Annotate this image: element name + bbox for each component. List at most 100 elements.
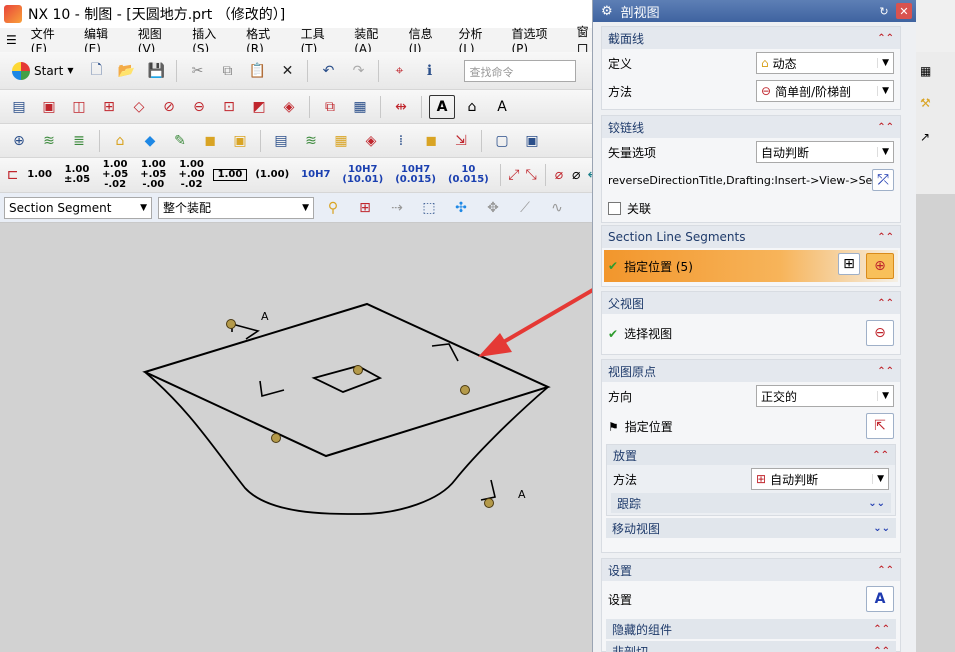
drawing-canvas[interactable]: A A <box>0 223 600 652</box>
reset-icon[interactable]: ↻ <box>876 3 892 19</box>
collapse-icon[interactable]: ⌃⌃ <box>873 624 890 635</box>
associate-label: 关联 <box>627 201 652 216</box>
placement-subsection: 放置 ⌃⌃ 方法 ⊞ 自动判断 ▼ 跟踪 ⌄⌄ <box>606 444 896 516</box>
annotation-arrow-line <box>493 283 600 349</box>
handle-point <box>226 319 236 329</box>
square-hole <box>311 365 383 393</box>
collapse-icon[interactable]: ⌃⌃ <box>872 450 889 461</box>
section-header[interactable]: 铰链线 ⌃⌃ <box>602 116 900 138</box>
chevron-down-icon: ▼ <box>877 58 889 68</box>
handle-point <box>353 365 363 375</box>
section-view-dialog: ⚙ 剖视图 ↻ ✕ 截面线 ⌃⌃ 定义 ⌂ 动态 ▼ 方法 ⊖ 简单剖/阶梯剖 … <box>592 0 916 652</box>
collapse-icon[interactable]: ⌃⌃ <box>873 646 890 652</box>
text-style-icon: A <box>874 591 886 607</box>
collapse-icon[interactable]: ⌃⌃ <box>877 33 894 44</box>
flag-icon: ⚑ <box>608 419 619 434</box>
hidden-components-label: 隐藏的组件 <box>612 622 673 637</box>
collapse-icon[interactable]: ⌃⌃ <box>877 298 894 309</box>
graph-icon[interactable]: ▦ <box>920 64 931 78</box>
section-marker-mid <box>259 380 285 398</box>
define-select[interactable]: ⌂ 动态 ▼ <box>756 52 894 74</box>
dynamic-icon: ⌂ <box>761 56 769 70</box>
handle-point <box>271 433 281 443</box>
section-marker-right <box>480 479 496 501</box>
specify-origin-label: 指定位置 <box>624 419 673 434</box>
top-plate-outline <box>142 302 551 458</box>
vector-option-value: 自动判断 <box>761 145 810 160</box>
select-view-label: 选择视图 <box>624 326 673 341</box>
view-origin-section: 视图原点 ⌃⌃ 方向 正交的 ▼ ⚑ 指定位置 ⇱ 放置 ⌃⌃ 方法 ⊞ 自动判… <box>601 359 901 553</box>
section-marker-left <box>231 322 260 340</box>
add-segment-button[interactable]: ⊞ <box>838 253 860 275</box>
add-segment-icon: ⊞ <box>843 256 855 272</box>
hinge-line-section: 铰链线 ⌃⌃ 矢量选项 自动判断 ▼ reverseDirectionTitle… <box>601 115 901 223</box>
section-header[interactable]: 视图原点 ⌃⌃ <box>602 360 900 382</box>
direction-label: 方向 <box>608 389 633 404</box>
collapse-icon[interactable]: ⌃⌃ <box>877 565 894 576</box>
hidden-components-header[interactable]: 隐藏的组件 ⌃⌃ <box>606 619 896 639</box>
crosshair-icon: ⊕ <box>874 258 886 274</box>
reverse-direction-button[interactable]: ⤱ <box>872 169 894 191</box>
expand-icon[interactable]: ⌄⌄ <box>873 523 890 534</box>
direction-select[interactable]: 正交的 ▼ <box>756 385 894 407</box>
checkmark-icon: ✔ <box>608 326 619 341</box>
section-title: 铰链线 <box>608 120 645 135</box>
placement-method-select[interactable]: ⊞ 自动判断 ▼ <box>751 468 889 490</box>
chevron-down-icon: ▼ <box>877 86 889 96</box>
placement-header[interactable]: 放置 ⌃⌃ <box>607 445 895 465</box>
section-label-a-bottom: A <box>518 488 526 501</box>
section-header[interactable]: 父视图 ⌃⌃ <box>602 292 900 314</box>
settings-button[interactable]: A <box>866 586 894 612</box>
settings-section: 设置 ⌃⌃ 设置 A 隐藏的组件 ⌃⌃ 非剖切 ⌃⌃ <box>601 558 901 652</box>
section-title: 父视图 <box>608 296 645 311</box>
simple-section-icon: ⊖ <box>761 84 772 98</box>
define-value: 动态 <box>772 56 797 71</box>
method-value: 简单剖/阶梯剖 <box>775 84 852 99</box>
section-title: 截面线 <box>608 31 645 46</box>
chevron-down-icon: ▼ <box>872 474 884 484</box>
specify-location-label: 指定位置 (5) <box>624 259 693 274</box>
associate-checkbox[interactable] <box>608 201 621 215</box>
specify-location-row[interactable]: ✔ 指定位置 (5) ⊞ ⊕ <box>604 250 898 282</box>
section-header[interactable]: Section Line Segments ⌃⌃ <box>602 226 900 248</box>
non-section-label: 非剖切 <box>612 644 649 652</box>
method-select[interactable]: ⊖ 简单剖/阶梯剖 ▼ <box>756 80 894 102</box>
section-line-segments-section: Section Line Segments ⌃⌃ ✔ 指定位置 (5) ⊞ ⊕ <box>601 225 901 287</box>
handle-point <box>460 385 470 395</box>
annotation-arrow-head <box>478 333 512 357</box>
vector-icon[interactable]: ↗ <box>920 130 930 144</box>
select-view-button[interactable]: ⊖ <box>866 320 894 346</box>
vector-option-select[interactable]: 自动判断 ▼ <box>756 141 894 163</box>
move-view-label: 移动视图 <box>612 521 661 536</box>
section-title: 设置 <box>608 563 633 578</box>
method-label: 方法 <box>608 84 633 99</box>
collapse-icon[interactable]: ⌃⌃ <box>877 366 894 377</box>
body-curve <box>144 371 549 515</box>
move-view-header[interactable]: 移动视图 ⌄⌄ <box>606 518 896 538</box>
section-marker-top <box>431 343 459 362</box>
collapse-icon[interactable]: ⌃⌃ <box>877 232 894 243</box>
vector-option-label: 矢量选项 <box>608 145 657 160</box>
tool-icon[interactable]: ⚒ <box>920 96 931 110</box>
reverse-direction-icon: ⤱ <box>877 172 889 188</box>
cut-line-section: 截面线 ⌃⌃ 定义 ⌂ 动态 ▼ 方法 ⊖ 简单剖/阶梯剖 ▼ <box>601 26 901 110</box>
placement-method-value: 自动判断 <box>770 472 819 487</box>
select-view-icon: ⊖ <box>874 325 886 341</box>
track-header[interactable]: 跟踪 ⌄⌄ <box>611 493 891 513</box>
section-title: Section Line Segments <box>608 230 746 244</box>
collapse-icon[interactable]: ⌃⌃ <box>877 122 894 133</box>
section-header[interactable]: 设置 ⌃⌃ <box>602 559 900 581</box>
specify-origin-button[interactable]: ⇱ <box>866 413 894 439</box>
gear-icon[interactable]: ⚙ <box>601 4 613 19</box>
canvas-right-edge <box>916 194 955 652</box>
close-icon[interactable]: ✕ <box>896 3 912 19</box>
section-header[interactable]: 截面线 ⌃⌃ <box>602 27 900 49</box>
right-toolbar-strip: ▦ ⚒ ↗ <box>916 52 955 194</box>
expand-icon[interactable]: ⌄⌄ <box>868 498 885 509</box>
non-section-header[interactable]: 非剖切 ⌃⌃ <box>606 641 896 652</box>
point-dialog-button[interactable]: ⊕ <box>866 253 894 279</box>
chevron-down-icon: ▼ <box>877 391 889 401</box>
handle-point <box>484 498 494 508</box>
placement-title: 放置 <box>613 448 638 463</box>
infer-icon: ⊞ <box>756 472 767 486</box>
